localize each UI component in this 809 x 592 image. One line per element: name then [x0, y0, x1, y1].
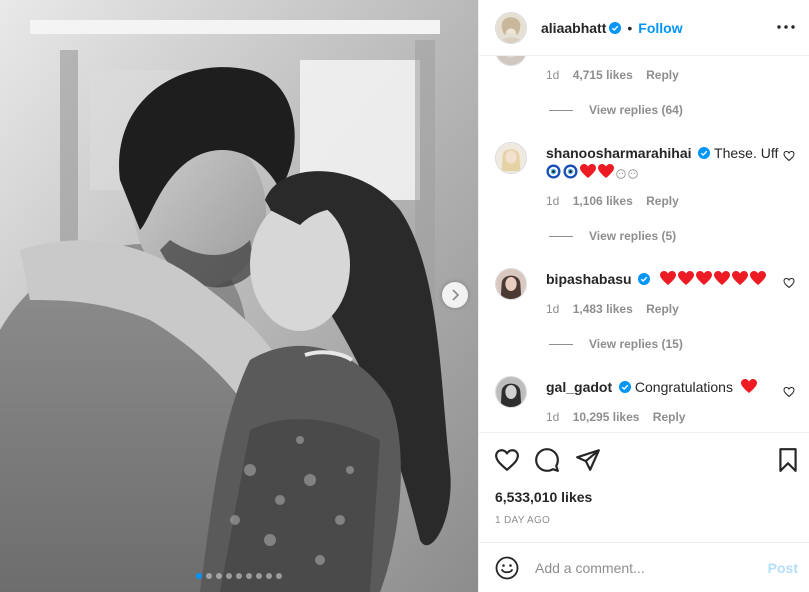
view-replies-label: View replies (64): [589, 103, 683, 117]
nazar-eye-emoji: [563, 164, 578, 179]
carousel-dot: [276, 573, 282, 579]
carousel-dot: [236, 573, 242, 579]
red-heart-emoji: [580, 164, 596, 178]
replies-divider-line: [549, 235, 573, 237]
comment-time: 1d: [546, 68, 560, 82]
view-replies-label: View replies (5): [589, 229, 677, 243]
red-heart-emoji: [750, 271, 767, 285]
comment-emojis: [660, 271, 768, 287]
comment-text: These. Uff: [714, 145, 779, 161]
red-heart-emoji: [678, 271, 695, 285]
comment-input[interactable]: [535, 559, 755, 576]
comment-like-heart-icon[interactable]: [783, 150, 795, 162]
post-comment-button[interactable]: Post: [768, 560, 798, 576]
chevron-right-icon: [452, 289, 460, 301]
carousel-indicator: [0, 573, 478, 579]
comments-list[interactable]: 1d 4,715 likes Reply View replies (64) s…: [479, 56, 809, 432]
carousel-dot: [196, 573, 202, 579]
smiling-face-emoji: [628, 169, 638, 179]
commenter-avatar-image: [496, 56, 526, 65]
instagram-post: aliaabhatt • Follow 1d 4,715 likes Reply…: [0, 0, 809, 592]
comment-avatar[interactable]: [495, 142, 527, 174]
heart-icon[interactable]: [494, 447, 520, 473]
comment-body: gal_gadot Congratulations: [546, 378, 780, 397]
comment-meta: 1d 4,715 likes Reply: [546, 68, 689, 82]
author-avatar[interactable]: [495, 11, 527, 44]
carousel-dot: [246, 573, 252, 579]
carousel-next-button[interactable]: [442, 282, 468, 308]
verified-badge-icon: [638, 273, 651, 285]
comment-meta: 1d 10,295 likes Reply: [546, 410, 695, 424]
commenter-avatar-image: [496, 143, 526, 173]
red-heart-emoji: [696, 271, 713, 285]
comment-likes[interactable]: 10,295 likes: [573, 410, 640, 424]
red-heart-emoji: [598, 164, 614, 178]
author-avatar-image: [496, 12, 526, 43]
bookmark-icon[interactable]: [775, 447, 801, 473]
comment-like-heart-icon[interactable]: [783, 277, 795, 289]
comment-likes[interactable]: 1,483 likes: [573, 302, 633, 316]
post-side-panel: aliaabhatt • Follow 1d 4,715 likes Reply…: [478, 0, 809, 592]
comment-username[interactable]: gal_gadot: [546, 379, 612, 395]
post-header: aliaabhatt • Follow: [479, 0, 809, 56]
carousel-dot: [226, 573, 232, 579]
view-replies-button[interactable]: View replies (64): [549, 103, 683, 117]
commenter-avatar-image: [496, 269, 526, 299]
comment-avatar[interactable]: [495, 268, 527, 300]
comment-body: bipashabasu: [546, 270, 780, 289]
red-heart-emoji: [660, 271, 677, 285]
comment-username[interactable]: bipashabasu: [546, 271, 632, 287]
author-username[interactable]: aliaabhatt: [541, 20, 606, 36]
carousel-dot: [256, 573, 262, 579]
comment-avatar[interactable]: [495, 376, 527, 408]
post-photo[interactable]: [0, 0, 478, 592]
post-actions: 6,533,010 likes 1 DAY AGO: [479, 432, 809, 542]
comment-avatar[interactable]: [495, 56, 527, 66]
verified-badge-icon: [698, 147, 711, 159]
carousel-dot: [266, 573, 272, 579]
comment-icon[interactable]: [534, 447, 560, 473]
replies-divider-line: [549, 343, 573, 345]
replies-divider-line: [549, 109, 573, 111]
verified-badge-icon: [609, 21, 622, 34]
view-replies-button[interactable]: View replies (15): [549, 337, 683, 351]
verified-badge-icon: [619, 381, 632, 393]
red-heart-emoji: [714, 271, 731, 285]
add-comment-bar: Post: [479, 542, 809, 592]
reply-button[interactable]: Reply: [646, 68, 679, 82]
red-heart-emoji: [740, 379, 757, 393]
view-replies-label: View replies (15): [589, 337, 683, 351]
nazar-eye-emoji: [546, 164, 561, 179]
comment-time: 1d: [546, 410, 560, 424]
couple-photo-image: [0, 0, 478, 592]
header-separator: •: [627, 19, 633, 36]
comment-meta: 1d 1,483 likes Reply: [546, 302, 689, 316]
comment-username[interactable]: shanoosharmarahihai: [546, 145, 692, 161]
emoji-icon[interactable]: [495, 556, 519, 580]
comment-text: Congratulations: [634, 379, 733, 395]
more-options-button[interactable]: [776, 17, 796, 37]
comment-time: 1d: [546, 194, 560, 208]
more-options-icon: [777, 25, 795, 29]
comment-like-heart-icon[interactable]: [783, 386, 795, 398]
carousel-dot: [206, 573, 212, 579]
post-timestamp[interactable]: 1 DAY AGO: [495, 515, 550, 526]
share-icon[interactable]: [575, 447, 601, 473]
comment-meta: 1d 1,106 likes Reply: [546, 194, 689, 208]
reply-button[interactable]: Reply: [646, 194, 679, 208]
red-heart-emoji: [732, 271, 749, 285]
smiling-face-emoji: [616, 169, 626, 179]
follow-button[interactable]: Follow: [638, 20, 682, 36]
post-likes-count[interactable]: 6,533,010 likes: [495, 489, 592, 505]
reply-button[interactable]: Reply: [646, 302, 679, 316]
comment-body: shanoosharmarahihai These. Uff: [546, 144, 780, 182]
reply-button[interactable]: Reply: [653, 410, 686, 424]
comment-likes[interactable]: 1,106 likes: [573, 194, 633, 208]
comment-likes[interactable]: 4,715 likes: [573, 68, 633, 82]
carousel-dot: [216, 573, 222, 579]
comment-emojis: [546, 164, 640, 180]
view-replies-button[interactable]: View replies (5): [549, 229, 676, 243]
comment-time: 1d: [546, 302, 560, 316]
commenter-avatar-image: [496, 377, 526, 407]
